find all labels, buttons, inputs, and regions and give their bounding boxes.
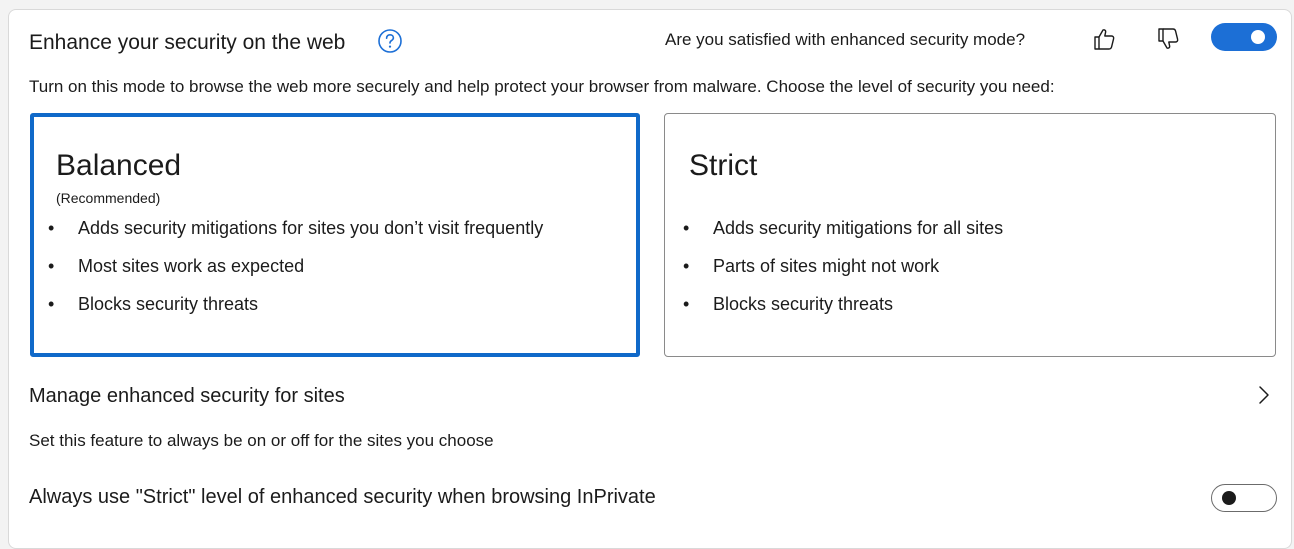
section-description: Turn on this mode to browse the web more… — [29, 77, 1055, 96]
help-circle-icon[interactable] — [377, 28, 403, 54]
section-title: Enhance your security on the web — [29, 31, 346, 54]
list-item: • Most sites work as expected — [48, 256, 543, 294]
bullet-text: Blocks security threats — [78, 294, 259, 314]
thumbs-down-icon[interactable] — [1155, 26, 1181, 52]
option-subtitle: (Recommended) — [56, 190, 161, 206]
list-item: • Adds security mitigations for sites you… — [48, 218, 543, 256]
list-item: • Adds security mitigations for all sites — [683, 218, 1003, 256]
option-strict[interactable]: Strict • Adds security mitigations for al… — [664, 113, 1276, 357]
thumbs-up-icon[interactable] — [1091, 26, 1117, 52]
bullet-icon: • — [683, 218, 690, 238]
bullet-text: Parts of sites might not work — [713, 256, 940, 276]
list-item: • Blocks security threats — [683, 294, 1003, 332]
bullet-icon: • — [48, 294, 55, 314]
toggle-knob — [1222, 491, 1236, 505]
inprivate-strict-toggle[interactable] — [1211, 484, 1277, 512]
option-balanced[interactable]: Balanced (Recommended) • Adds security mi… — [30, 113, 640, 357]
feedback-question: Are you satisfied with enhanced security… — [665, 30, 1026, 49]
bullet-text: Blocks security threats — [713, 294, 894, 314]
option-title: Strict — [689, 149, 758, 182]
list-item: • Parts of sites might not work — [683, 256, 1003, 294]
option-title: Balanced — [56, 149, 182, 182]
chevron-right-icon[interactable] — [1255, 384, 1273, 406]
enhanced-security-card: Enhance your security on the web Are you… — [8, 9, 1292, 549]
bullet-icon: • — [48, 256, 55, 276]
bullet-icon: • — [48, 218, 55, 238]
enhanced-security-toggle[interactable] — [1211, 23, 1277, 51]
option-bullets: • Adds security mitigations for sites you… — [48, 218, 543, 332]
inprivate-strict-title: Always use "Strict" level of enhanced se… — [29, 486, 656, 508]
bullet-icon: • — [683, 294, 690, 314]
bullet-text: Most sites work as expected — [78, 256, 305, 276]
bullet-text: Adds security mitigations for sites you … — [78, 218, 544, 238]
manage-sites-title: Manage enhanced security for sites — [29, 385, 345, 407]
bullet-icon: • — [683, 256, 690, 276]
bullet-text: Adds security mitigations for all sites — [713, 218, 1004, 238]
toggle-knob — [1251, 30, 1265, 44]
manage-sites-subtitle: Set this feature to always be on or off … — [29, 431, 494, 450]
option-bullets: • Adds security mitigations for all sites… — [683, 218, 1003, 332]
list-item: • Blocks security threats — [48, 294, 543, 332]
